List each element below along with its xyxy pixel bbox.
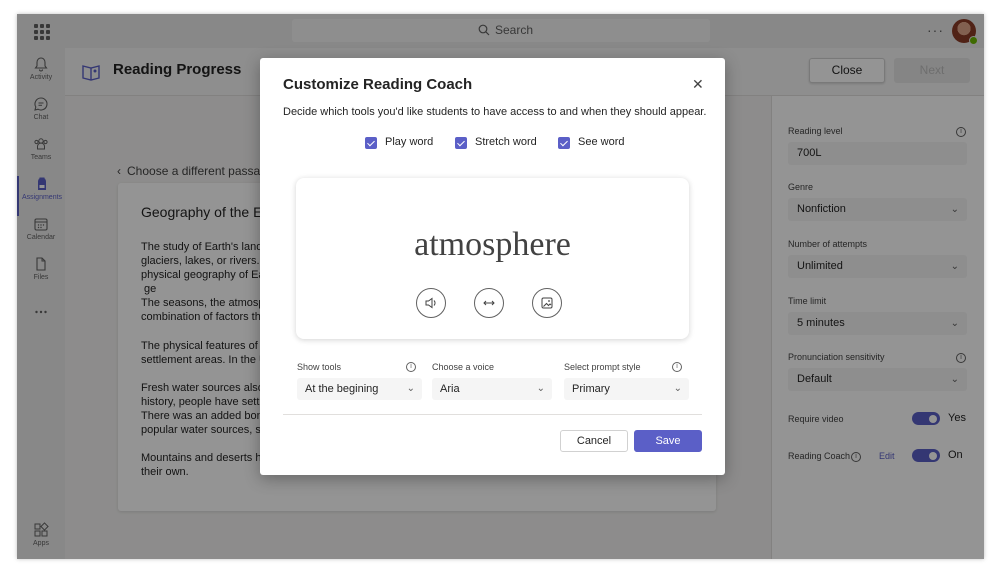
dialog-description: Decide which tools you'd like students t… (283, 106, 707, 118)
word-preview-card: atmosphere (296, 178, 689, 339)
info-icon[interactable]: i (672, 362, 682, 372)
dialog-divider (283, 414, 702, 415)
show-tools-label: Show tools (297, 362, 342, 372)
prompt-style-label: Select prompt style (564, 362, 641, 372)
show-tools-value: At the begining (305, 383, 379, 395)
checkbox-checked-icon (365, 137, 377, 149)
chevron-down-icon: ⌄ (536, 383, 545, 394)
info-icon[interactable]: i (406, 362, 416, 372)
stretch-word-label: Stretch word (475, 136, 537, 148)
play-word-button[interactable] (416, 288, 446, 318)
stretch-word-button[interactable] (474, 288, 504, 318)
checkbox-checked-icon (455, 137, 467, 149)
dialog-title: Customize Reading Coach (283, 76, 473, 93)
prompt-style-value: Primary (572, 383, 610, 395)
voice-label: Choose a voice (432, 362, 495, 372)
chevron-down-icon: ⌄ (673, 383, 682, 394)
save-button[interactable]: Save (634, 430, 702, 452)
voice-select[interactable]: Aria ⌄ (432, 378, 552, 400)
chevron-down-icon: ⌄ (406, 383, 415, 394)
speaker-icon (425, 297, 436, 309)
teams-window: Search ··· Activity Chat Teams Assignmen… (17, 14, 984, 559)
customize-reading-coach-dialog: Customize Reading Coach ✕ Decide which t… (260, 58, 725, 475)
close-icon[interactable]: ✕ (692, 76, 704, 93)
stretch-arrows-icon (483, 300, 495, 306)
see-word-button[interactable] (532, 288, 562, 318)
image-icon (541, 297, 553, 309)
see-word-label: See word (578, 136, 625, 148)
cancel-button[interactable]: Cancel (560, 430, 628, 452)
checkbox-checked-icon (558, 137, 570, 149)
voice-value: Aria (440, 383, 460, 395)
show-tools-select[interactable]: At the begining ⌄ (297, 378, 422, 400)
prompt-style-select[interactable]: Primary ⌄ (564, 378, 689, 400)
play-word-label: Play word (385, 136, 434, 148)
preview-word: atmosphere (414, 226, 571, 263)
